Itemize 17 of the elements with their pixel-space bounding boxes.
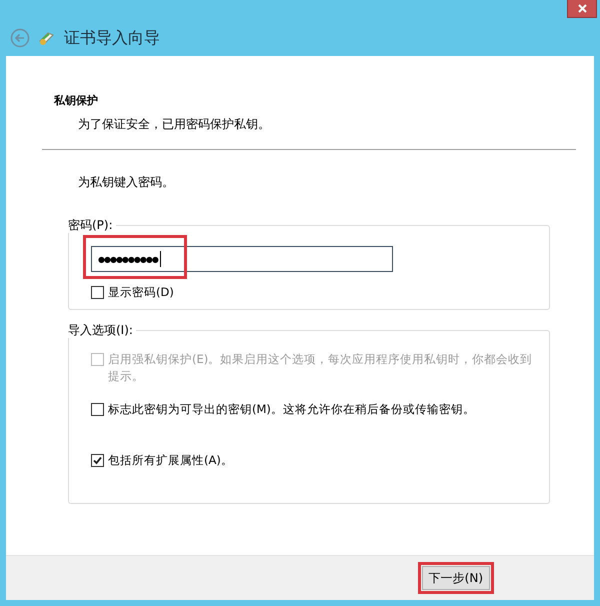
checkbox[interactable] <box>91 403 104 416</box>
checkbox-label: 标志此密钥为可导出的密钥(M)。这将允许你在稍后备份或传输密钥。 <box>108 401 476 418</box>
section-description: 为了保证安全，已用密码保护私钥。 <box>78 116 271 132</box>
window-title: 证书导入向导 <box>64 28 160 48</box>
next-button[interactable]: 下一步(N) <box>422 566 490 590</box>
checkbox-label: 包括所有扩展属性(A)。 <box>108 452 234 469</box>
checkbox-label: 显示密码(D) <box>108 284 175 301</box>
instruction-text: 为私钥键入密码。 <box>78 174 175 190</box>
checkbox[interactable] <box>91 454 104 467</box>
password-field[interactable]: ●●●●●●●●●● <box>91 246 393 272</box>
close-button[interactable] <box>567 0 597 18</box>
checkbox-label: 启用强私钥保护(E)。如果启用这个选项，每次应用程序使用私钥时，你都会收到提示。 <box>108 351 534 385</box>
checkbox[interactable] <box>91 286 104 299</box>
section-heading: 私钥保护 <box>54 94 99 108</box>
close-icon <box>578 4 586 13</box>
group-label: 密码(P): <box>68 217 116 233</box>
group-label: 导入选项(I): <box>68 322 136 338</box>
